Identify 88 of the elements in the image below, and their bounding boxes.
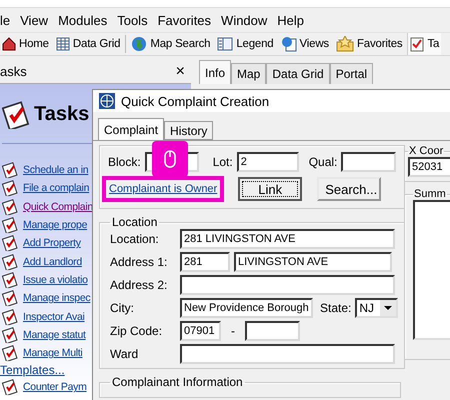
menu-item[interactable]: le xyxy=(0,12,10,28)
clipboard-check-icon xyxy=(2,290,18,306)
clipboard-check-icon xyxy=(2,180,18,196)
pane-title: asks xyxy=(0,64,27,79)
menu-item[interactable]: Favorites xyxy=(158,12,212,28)
menu-item[interactable]: Tools xyxy=(117,12,148,28)
folder-star-icon xyxy=(336,36,354,52)
group-title: X Coor xyxy=(408,145,444,157)
field-label: Address 2: xyxy=(110,278,168,292)
task-link[interactable]: Inspector Avai xyxy=(23,310,85,323)
field-label: Address 1: xyxy=(110,255,168,269)
clipboard-check-icon xyxy=(2,379,18,396)
text-field[interactable] xyxy=(245,321,300,341)
task-link[interactable]: Quick Complain xyxy=(23,200,93,213)
task-link[interactable]: Manage prope xyxy=(23,219,88,232)
dialog-button[interactable]: Link xyxy=(238,177,302,201)
tab[interactable]: Map xyxy=(231,63,266,84)
tab[interactable]: Complaint xyxy=(98,118,164,140)
clipboard-check-icon xyxy=(2,308,18,325)
toolbar-button[interactable]: Home xyxy=(0,33,51,55)
menu-item[interactable]: View xyxy=(20,12,48,28)
task-link[interactable]: Manage Multi xyxy=(23,347,82,360)
task-link[interactable]: Add Property xyxy=(23,237,81,250)
tab[interactable]: Portal xyxy=(330,63,374,84)
field-label: Location: xyxy=(110,232,160,246)
toolbar-button[interactable]: Views xyxy=(278,33,331,55)
task-link[interactable]: File a complain xyxy=(23,182,90,194)
task-link[interactable]: Counter Paym xyxy=(23,381,87,394)
clipboard-check-icon xyxy=(2,217,18,234)
task-link[interactable]: Manage inspec xyxy=(23,292,90,304)
clipboard-check-icon xyxy=(2,198,18,215)
tab[interactable]: Data Grid xyxy=(266,63,330,84)
text-field[interactable] xyxy=(180,275,395,295)
text-field[interactable]: New Providence Borough xyxy=(180,298,313,318)
text-field[interactable] xyxy=(180,344,395,364)
clipboard-check-icon xyxy=(2,162,18,178)
mouse-icon xyxy=(164,150,176,168)
tab[interactable]: History xyxy=(164,121,214,140)
state-dropdown[interactable]: NJ xyxy=(355,298,398,318)
task-link[interactable]: Issue a violatio xyxy=(23,274,88,286)
text-field[interactable]: 281 xyxy=(180,252,230,272)
group-title: Summ xyxy=(413,188,447,200)
separator-text: - xyxy=(231,324,235,338)
house-icon xyxy=(2,37,16,51)
task-link[interactable]: Manage statut xyxy=(23,328,86,341)
toolbar-button[interactable]: Data Grid xyxy=(54,33,122,55)
toolbar-button[interactable]: Favorites xyxy=(334,33,404,55)
toolbar-button[interactable]: Legend xyxy=(215,33,276,55)
clipboard-check-icon xyxy=(2,345,18,362)
caret-icon xyxy=(380,300,396,316)
qual-field[interactable] xyxy=(341,152,396,172)
group-title: Complainant Information xyxy=(111,375,244,389)
tasks-heading: Tasks xyxy=(34,103,90,126)
menu-item[interactable]: Modules xyxy=(58,12,108,28)
document-globe-icon xyxy=(280,36,297,52)
clipboard-check-icon xyxy=(2,326,18,343)
globe-icon xyxy=(99,93,115,109)
toolbar-button[interactable]: Ta xyxy=(407,33,442,55)
field-label: State: xyxy=(320,301,352,315)
group-title: Location xyxy=(111,215,158,229)
menu-item[interactable]: Window xyxy=(221,12,268,28)
field-label: Ward xyxy=(110,347,140,361)
field-label: Lot: xyxy=(212,155,233,169)
task-link[interactable]: Add Landlord xyxy=(23,256,82,268)
text-field[interactable]: LIVINGSTON AVE xyxy=(234,252,392,272)
coordinate-field[interactable]: 52031 xyxy=(408,157,450,177)
tab[interactable]: Info xyxy=(199,60,232,84)
table-icon xyxy=(56,37,70,51)
owner-link[interactable]: Complainant is Owner xyxy=(102,176,224,202)
dialog-title: Quick Complaint Creation xyxy=(121,94,270,108)
text-field[interactable]: 07901 xyxy=(180,321,221,341)
dialog-button[interactable]: Search... xyxy=(317,177,382,201)
clipboard-check-icon xyxy=(2,235,18,252)
toolbar-button[interactable]: Map Search xyxy=(129,33,212,55)
field-label: City: xyxy=(110,301,135,315)
clipboard-check-icon xyxy=(2,272,18,288)
clipboard-check-icon xyxy=(410,36,424,52)
field-label: Qual: xyxy=(308,155,338,169)
globe-icon xyxy=(131,36,148,52)
field-label: Block: xyxy=(108,155,141,169)
task-link[interactable]: Schedule an in xyxy=(23,164,88,176)
field-label: Zip Code: xyxy=(110,324,164,338)
close-button[interactable]: × xyxy=(176,64,185,80)
clipboard-check-icon xyxy=(2,254,18,270)
panel-icon xyxy=(217,37,234,51)
menu-item[interactable]: Help xyxy=(277,12,304,28)
text-field[interactable]: 281 LIVINGSTON AVE xyxy=(180,229,395,249)
lot-field[interactable]: 2 xyxy=(236,152,299,172)
